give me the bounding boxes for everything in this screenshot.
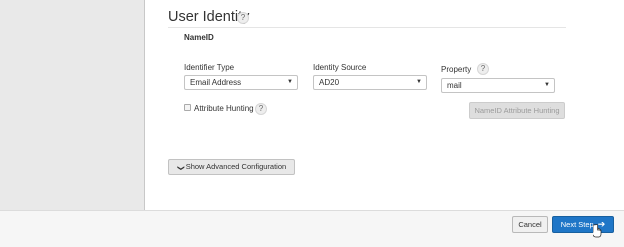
property-help-icon[interactable]: ? (477, 63, 489, 75)
identifier-type-value: Email Address (190, 78, 242, 87)
cancel-button[interactable]: Cancel (512, 216, 548, 233)
nameid-attribute-hunting-button: NameID Attribute Hunting (469, 102, 565, 119)
nameid-label: NameID (184, 33, 214, 42)
show-advanced-configuration-button[interactable]: ❯ Show Advanced Configuration (168, 159, 295, 175)
left-panel (0, 0, 145, 210)
identifier-type-select[interactable]: Email Address ▼ (184, 75, 298, 90)
show-advanced-configuration-label: Show Advanced Configuration (185, 162, 287, 171)
chevron-down-icon: ❯ (176, 165, 184, 171)
identity-source-value: AD20 (319, 78, 340, 87)
attribute-hunting-label[interactable]: Attribute Hunting (194, 104, 254, 113)
next-step-label: Next Step (560, 220, 594, 229)
caret-down-icon: ▼ (416, 79, 422, 85)
attribute-hunting-checkbox[interactable] (184, 104, 191, 111)
caret-down-icon: ▼ (544, 82, 550, 88)
property-value: mail (447, 81, 462, 90)
caret-down-icon: ▼ (287, 79, 293, 85)
identity-source-label: Identity Source (313, 63, 367, 72)
identifier-type-label: Identifier Type (184, 63, 235, 72)
attribute-hunting-help-icon[interactable]: ? (255, 103, 267, 115)
hand-cursor-icon (593, 224, 602, 238)
section-help-icon[interactable]: ? (237, 12, 249, 24)
section-header: User Identity ? (168, 8, 566, 28)
property-select[interactable]: mail ▼ (441, 78, 555, 93)
identity-source-select[interactable]: AD20 ▼ (313, 75, 427, 90)
page: User Identity ? NameID Identifier Type E… (0, 0, 624, 247)
property-label: Property (441, 65, 472, 74)
